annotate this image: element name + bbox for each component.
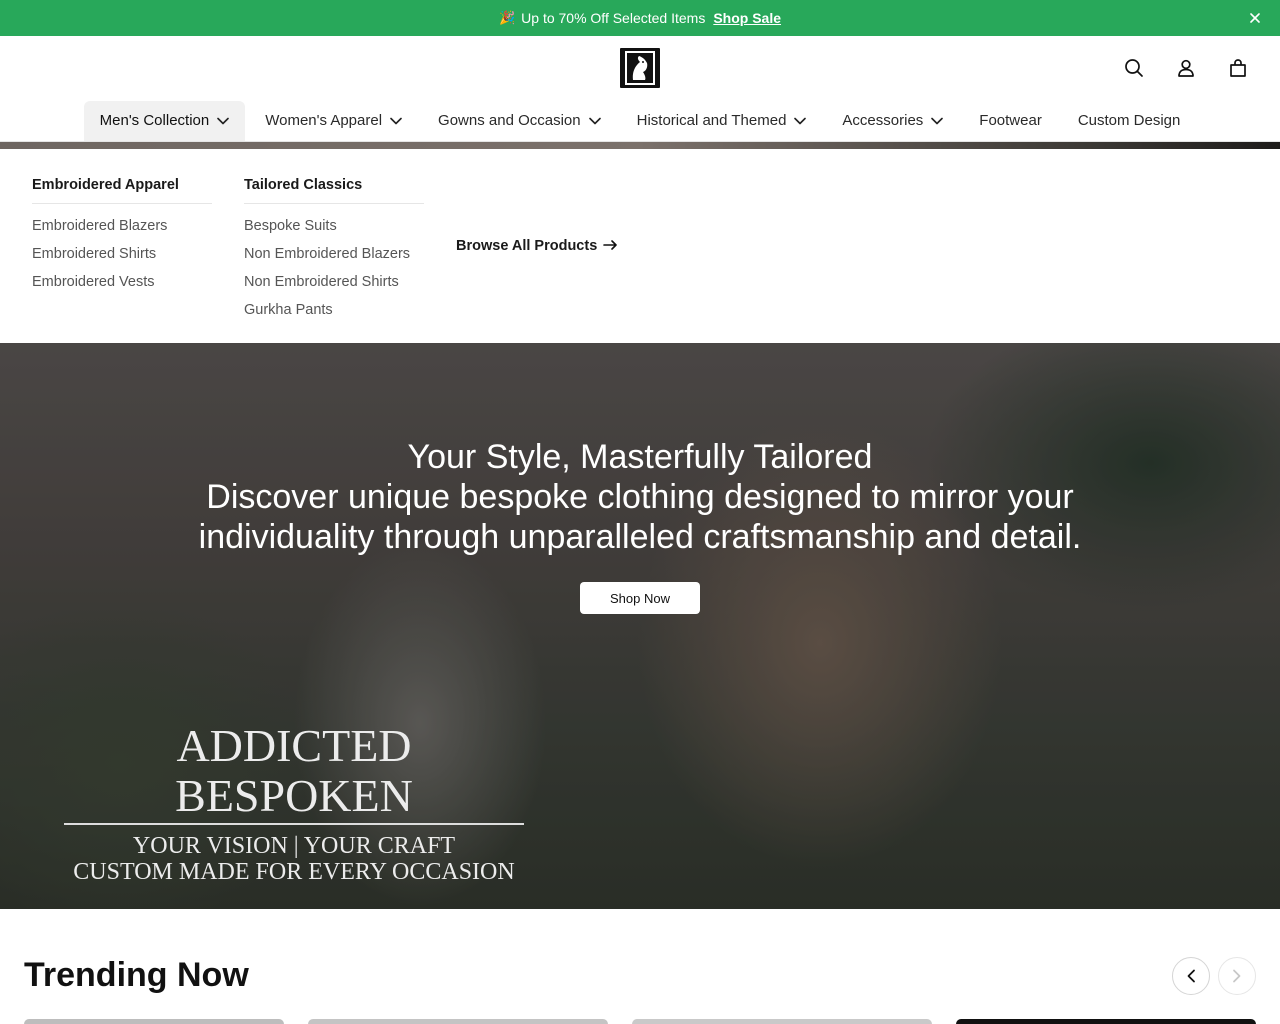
nav-label: Accessories	[842, 112, 924, 129]
menu-link-embroidered-shirts[interactable]: Embroidered Shirts	[32, 246, 212, 274]
nav-label: Custom Design	[1077, 112, 1181, 129]
product-card[interactable]	[308, 1019, 608, 1024]
product-card[interactable]	[956, 1019, 1256, 1024]
mega-column-tailored-classics: Tailored Classics Bespoke Suits Non Embr…	[244, 177, 424, 330]
nav-label: Women's Apparel	[265, 112, 383, 129]
mega-menu: Embroidered Apparel Embroidered Blazers …	[0, 149, 1280, 343]
close-icon[interactable]	[1246, 9, 1264, 27]
nav-item-mens-collection[interactable]: Men's Collection	[83, 100, 246, 141]
watermark-tagline-2: CUSTOM MADE FOR EVERY OCCASION	[73, 859, 515, 885]
cart-icon[interactable]	[1226, 56, 1250, 80]
carousel-prev-button[interactable]	[1172, 957, 1210, 995]
chevron-down-icon	[588, 117, 601, 125]
nav-item-footwear[interactable]: Footwear	[963, 101, 1058, 141]
horse-logo-icon	[625, 51, 655, 85]
nav-item-historical-and-themed[interactable]: Historical and Themed	[621, 101, 823, 141]
trending-title: Trending Now	[24, 956, 249, 994]
browse-all-label: Browse All Products	[456, 238, 598, 254]
hero-banner: Your Style, Masterfully Tailored Discove…	[0, 343, 1280, 909]
shop-now-button[interactable]: Shop Now	[580, 582, 700, 614]
chevron-down-icon	[794, 117, 807, 125]
nav-item-accessories[interactable]: Accessories	[826, 101, 959, 141]
nav-item-custom-design[interactable]: Custom Design	[1062, 101, 1197, 141]
brand-watermark: ADDICTED BESPOKEN YOUR VISION | YOUR CRA…	[64, 721, 524, 885]
product-card[interactable]	[24, 1019, 284, 1024]
chevron-left-icon	[1187, 969, 1195, 983]
arrow-right-icon	[603, 238, 618, 254]
carousel-next-button[interactable]	[1218, 957, 1256, 995]
nav-label: Men's Collection	[99, 112, 210, 129]
mega-column-heading[interactable]: Tailored Classics	[244, 177, 424, 204]
hero-image-edge	[0, 142, 1280, 149]
mega-column-embroidered-apparel: Embroidered Apparel Embroidered Blazers …	[32, 177, 212, 302]
hero-title: Your Style, Masterfully Tailored	[407, 438, 873, 476]
menu-link-non-embroidered-blazers[interactable]: Non Embroidered Blazers	[244, 246, 424, 274]
watermark-brand: ADDICTED BESPOKEN	[64, 721, 524, 825]
announcement-bar: 🎉 Up to 70% Off Selected Items Shop Sale	[0, 0, 1280, 36]
watermark-tagline: YOUR VISION | YOUR CRAFT	[132, 833, 456, 859]
site-header	[0, 36, 1280, 100]
nav-label: Footwear	[979, 112, 1042, 129]
chevron-down-icon	[390, 117, 402, 125]
menu-link-embroidered-blazers[interactable]: Embroidered Blazers	[32, 218, 212, 246]
menu-link-gurkha-pants[interactable]: Gurkha Pants	[244, 302, 424, 330]
nav-item-womens-apparel[interactable]: Women's Apparel	[249, 101, 418, 141]
main-nav: Men's Collection Women's Apparel Gowns a…	[0, 100, 1280, 142]
nav-label: Historical and Themed	[636, 112, 787, 129]
menu-link-non-embroidered-shirts[interactable]: Non Embroidered Shirts	[244, 274, 424, 302]
hero-subtitle: Discover unique bespoke clothing designe…	[198, 478, 1082, 556]
search-icon[interactable]	[1122, 56, 1146, 80]
product-card[interactable]	[632, 1019, 932, 1024]
browse-all-products-link[interactable]: Browse All Products	[456, 238, 618, 254]
chevron-down-icon	[217, 117, 230, 125]
nav-label: Gowns and Occasion	[438, 112, 581, 129]
nav-item-gowns-and-occasion[interactable]: Gowns and Occasion	[422, 101, 617, 141]
party-icon: 🎉	[498, 10, 516, 25]
header-icons	[1122, 56, 1250, 80]
chevron-right-icon	[1233, 969, 1241, 983]
announcement-text: Up to 70% Off Selected Items	[521, 10, 706, 26]
account-icon[interactable]	[1174, 56, 1198, 80]
menu-link-embroidered-vests[interactable]: Embroidered Vests	[32, 274, 212, 302]
chevron-down-icon	[931, 117, 944, 125]
menu-link-bespoke-suits[interactable]: Bespoke Suits	[244, 218, 424, 246]
shop-sale-link[interactable]: Shop Sale	[713, 10, 781, 26]
logo[interactable]	[620, 48, 660, 88]
mega-column-heading[interactable]: Embroidered Apparel	[32, 177, 212, 204]
